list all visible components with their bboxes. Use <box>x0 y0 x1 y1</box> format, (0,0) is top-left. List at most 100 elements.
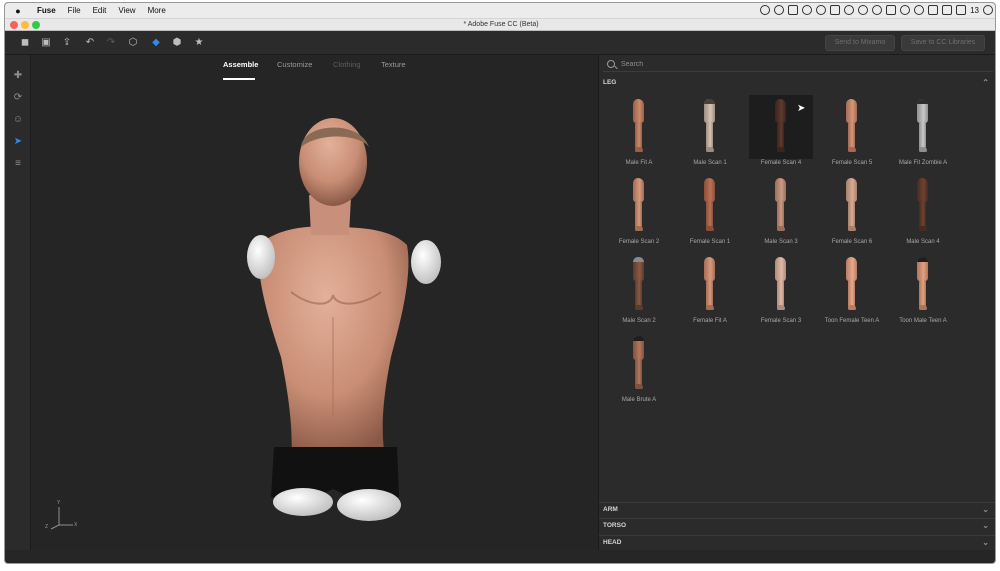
record-icon[interactable] <box>760 5 771 15</box>
leg-part-thumbnail <box>891 174 955 238</box>
leg-part-item[interactable]: Female Fit A <box>676 253 744 325</box>
leg-part-item[interactable]: Toon Male Teen A <box>889 253 957 325</box>
menu-more[interactable]: More <box>142 6 172 15</box>
tab-clothing[interactable]: Clothing <box>333 60 361 69</box>
menu-fuse[interactable]: Fuse <box>31 6 62 15</box>
3d-viewport[interactable]: Assemble Customize Clothing Texture Y X … <box>31 55 598 550</box>
box-icon[interactable]: ⬢ <box>171 37 183 49</box>
hat-icon[interactable] <box>816 5 827 15</box>
leg-preview <box>633 178 647 232</box>
character-model[interactable] <box>221 117 441 537</box>
leg-part-item[interactable]: Male Scan 3 <box>747 174 815 246</box>
leg-part-item[interactable]: Male Scan 2 <box>605 253 673 325</box>
tab-assemble[interactable]: Assemble <box>223 60 258 69</box>
menu-edit[interactable]: Edit <box>87 6 113 15</box>
chevron-down-icon[interactable]: ⌄ <box>982 536 989 550</box>
tab-customize[interactable]: Customize <box>277 60 312 69</box>
info-icon[interactable] <box>914 5 925 15</box>
refresh-icon[interactable] <box>983 5 993 15</box>
leg-part-label: Female Scan 2 <box>618 239 660 245</box>
chevron-up-icon[interactable]: ⌃ <box>982 76 989 90</box>
leg-preview <box>704 178 718 232</box>
leg-part-item[interactable]: Toon Female Teen A <box>818 253 886 325</box>
menu-view[interactable]: View <box>112 6 141 15</box>
cube-icon[interactable]: ⬡ <box>127 37 139 49</box>
skype-icon[interactable] <box>900 5 911 15</box>
leg-part-label: Male Scan 3 <box>764 239 798 245</box>
undo-icon[interactable]: ↶ <box>84 37 96 49</box>
save-icon[interactable]: ◼ <box>19 37 31 49</box>
leg-preview <box>704 99 718 153</box>
status-icons: 13 <box>760 5 993 15</box>
leg-part-item[interactable]: Female Scan 2 <box>605 174 673 246</box>
leg-part-item[interactable]: Female Scan 5 <box>818 95 886 167</box>
leg-part-label: Female Scan 6 <box>831 239 873 245</box>
wifi-icon[interactable] <box>858 5 869 15</box>
leg-part-item[interactable]: Male Scan 1 <box>676 95 744 167</box>
mixamo-icon[interactable]: ◆ <box>150 37 162 49</box>
section-arm-header[interactable]: ARM ⌄ <box>603 503 993 517</box>
window-title: * Adobe Fuse CC (Beta) <box>463 21 539 28</box>
tab-texture[interactable]: Texture <box>381 60 406 69</box>
screen-icon[interactable] <box>942 5 953 15</box>
smile-icon[interactable]: ☺ <box>12 114 24 126</box>
chevron-down-icon[interactable]: ⌄ <box>982 503 989 517</box>
chevron-down-icon[interactable]: ⌄ <box>982 519 989 533</box>
leg-part-item[interactable]: Female Scan 1 <box>676 174 744 246</box>
eye-icon[interactable] <box>774 5 785 15</box>
leg-preview <box>846 178 860 232</box>
leg-part-thumbnail <box>820 174 884 238</box>
leg-part-item[interactable]: Male Brute A <box>605 332 673 404</box>
right-leg-stub <box>337 489 401 521</box>
redo-icon[interactable]: ↷ <box>105 37 117 49</box>
left-tool-strip: ✚ ⟳ ☺ ➤ ≡ <box>5 55 31 550</box>
move-icon[interactable]: ✚ <box>12 70 24 82</box>
leg-part-label: Female Scan 3 <box>760 318 802 324</box>
mouse-cursor-icon: ➤ <box>797 103 806 114</box>
menu-file[interactable]: File <box>62 6 87 15</box>
mac-menubar: ● Fuse File Edit View More 13 <box>5 3 995 19</box>
maximize-window-button[interactable] <box>32 21 40 29</box>
search-input[interactable] <box>621 58 981 70</box>
apple-menu-icon[interactable]: ● <box>5 6 31 16</box>
axis-gizmo: Y X Z <box>43 500 79 531</box>
display-icon[interactable] <box>886 5 897 15</box>
leg-part-label: Male Fit A <box>625 160 653 166</box>
section-torso-header[interactable]: TORSO ⌄ <box>603 519 993 533</box>
mode-tabs: Assemble Customize Clothing Texture <box>31 60 598 80</box>
leg-part-item[interactable]: Male Scan 4 <box>889 174 957 246</box>
align-icon[interactable]: ≡ <box>12 158 24 170</box>
checkbox-icon[interactable] <box>956 5 967 15</box>
minimize-window-button[interactable] <box>21 21 29 29</box>
leg-preview <box>775 257 789 311</box>
dropbox-icon[interactable] <box>788 5 799 15</box>
leg-part-label: Female Scan 4 <box>760 160 802 166</box>
send-to-mixamo-button[interactable]: Send to Mixamo <box>825 35 895 51</box>
axis-x-label: X <box>74 522 78 528</box>
favorite-icon[interactable]: ★ <box>193 37 205 49</box>
save-to-cc-libraries-button[interactable]: Save to CC Libraries <box>901 35 985 51</box>
section-leg-header[interactable]: LEG ⌃ <box>603 76 993 90</box>
close-window-button[interactable] <box>10 21 18 29</box>
leg-part-item[interactable]: Female Scan 3 <box>747 253 815 325</box>
rotate-camera-icon[interactable]: ⟳ <box>12 92 24 104</box>
leg-part-item[interactable]: Female Scan 6 <box>818 174 886 246</box>
binoculars-icon[interactable] <box>830 5 841 15</box>
leg-part-thumbnail <box>891 253 955 317</box>
leg-part-label: Male Scan 1 <box>693 160 727 166</box>
toolbar: ◼ ▣ ⇪ ↶ ↷ ⬡ ◆ ⬢ ★ Send to Mixamo Save to… <box>5 31 995 55</box>
cc-icon[interactable] <box>844 5 855 15</box>
leg-part-thumbnail <box>820 95 884 159</box>
leg-part-item[interactable]: Male Fit Zombie A <box>889 95 957 167</box>
open-icon[interactable]: ▣ <box>40 37 52 49</box>
select-icon[interactable]: ➤ <box>12 136 24 148</box>
export-icon[interactable]: ⇪ <box>61 37 73 49</box>
active-tab-indicator <box>223 78 255 80</box>
leg-part-item[interactable]: Male Fit A <box>605 95 673 167</box>
leg-preview <box>846 257 860 311</box>
drop-icon[interactable] <box>802 5 813 15</box>
window-icon[interactable] <box>928 5 939 15</box>
leg-part-label: Toon Male Teen A <box>899 318 947 324</box>
section-head-header[interactable]: HEAD ⌄ <box>603 536 993 550</box>
clock-icon[interactable] <box>872 5 883 15</box>
